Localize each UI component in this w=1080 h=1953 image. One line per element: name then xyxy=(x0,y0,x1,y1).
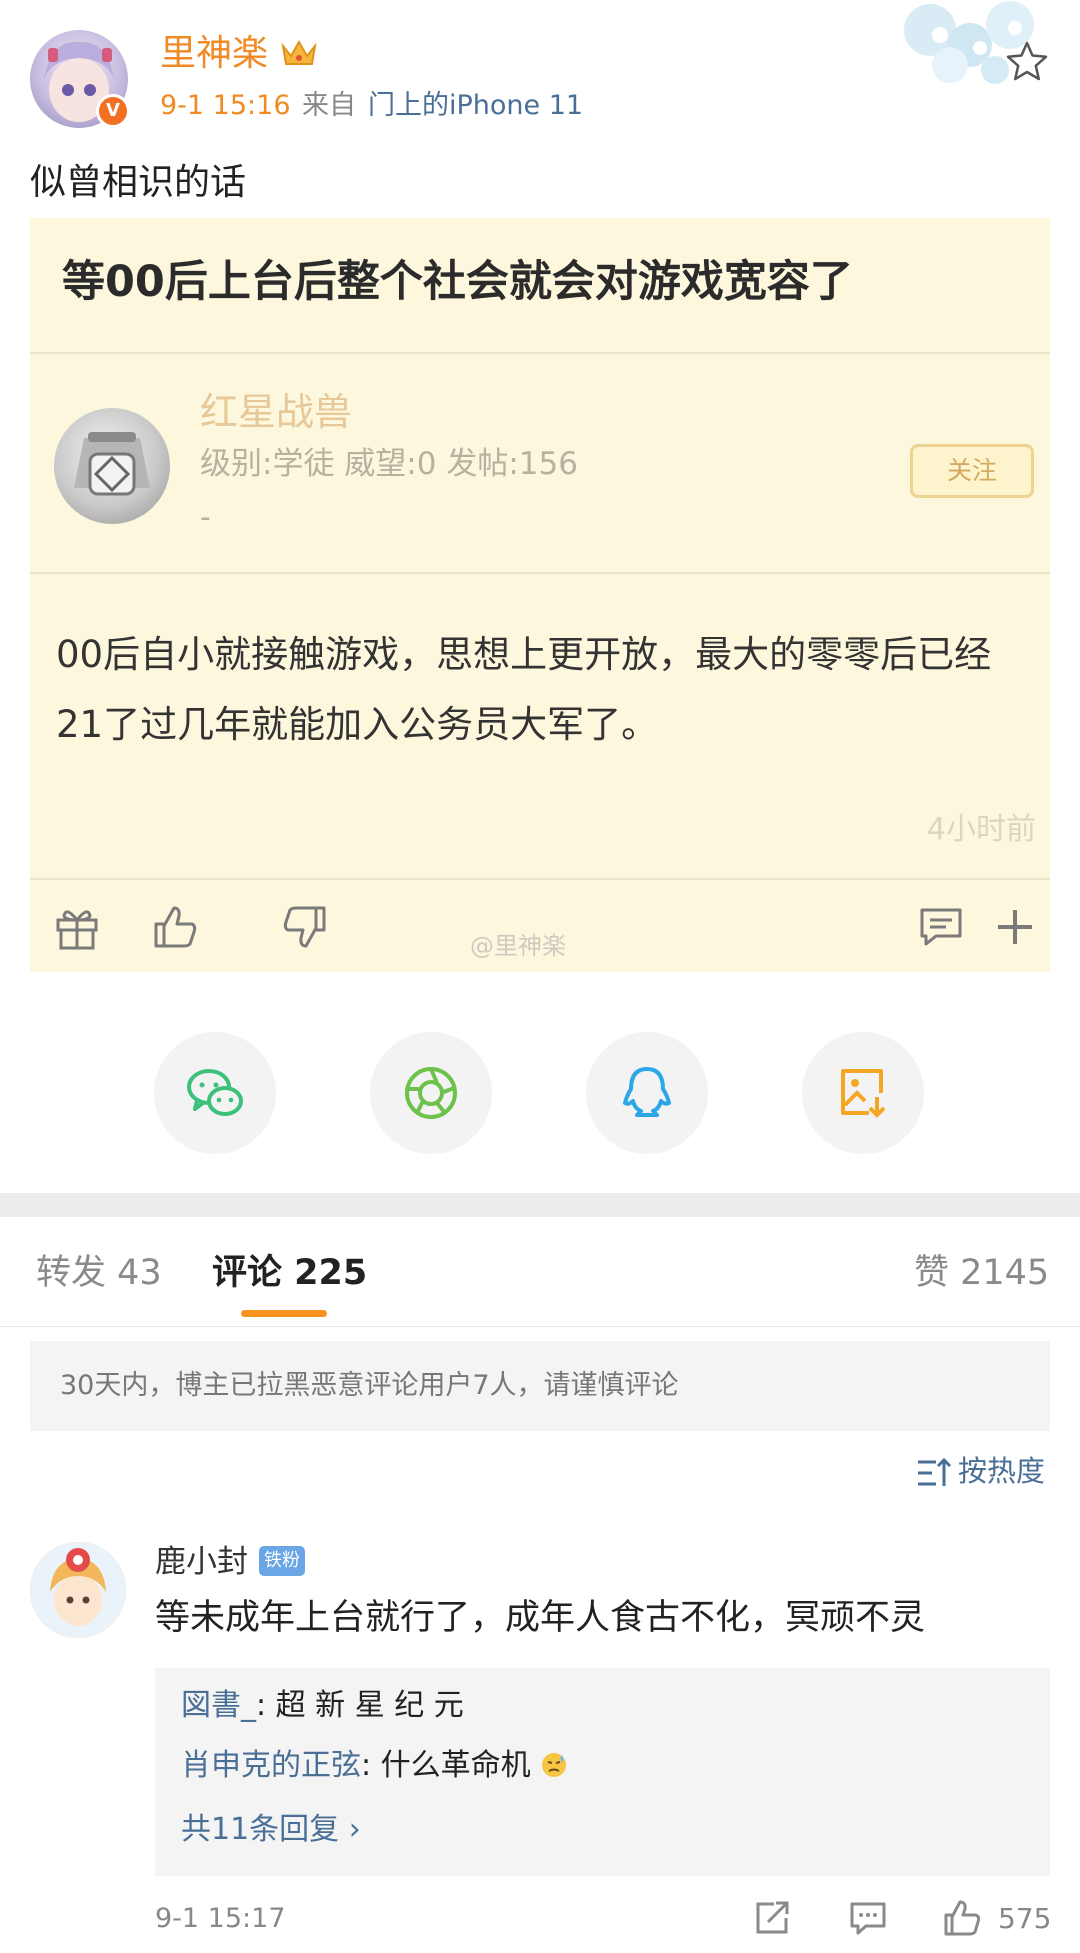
source-device-link[interactable]: 门上的iPhone 11 xyxy=(368,88,583,124)
sweat-emoji-icon xyxy=(542,1753,567,1777)
active-tab-indicator xyxy=(241,1310,327,1317)
upvote-icon xyxy=(154,906,197,948)
share-icon[interactable] xyxy=(752,1898,792,1938)
image-user-info: 级别:学徒 威望:0 发帖:156 xyxy=(200,446,578,482)
tab-comments[interactable]: 评论 225 xyxy=(212,1250,367,1296)
image-divider xyxy=(30,878,1050,880)
replies-box[interactable]: 図書_: 超 新 星 纪 元 肖申克的正弦: 什么革命机 共11条回复 › xyxy=(155,1668,1050,1876)
tabs-divider xyxy=(0,1326,1080,1327)
image-divider xyxy=(30,352,1050,354)
reply-username[interactable]: 肖申克的正弦 xyxy=(181,1748,361,1783)
tab-repost[interactable]: 转发 43 xyxy=(36,1250,162,1296)
image-divider xyxy=(30,572,1050,574)
wechat-icon xyxy=(187,1069,243,1116)
gift-icon xyxy=(56,910,98,950)
image-post-content: 00后自小就接触游戏，思想上更开放，最大的零零后已经21了过几年就能加入公务员大… xyxy=(56,633,992,746)
reply-item[interactable]: 図書_: 超 新 星 纪 元 xyxy=(181,1686,464,1726)
like-count: 575 xyxy=(998,1902,1052,1935)
moments-icon xyxy=(405,1067,457,1119)
plus-icon xyxy=(998,910,1032,944)
comment-text: 等未成年上台就行了，成年人食古不化，冥顽不灵 xyxy=(155,1598,926,1638)
sort-icon[interactable] xyxy=(916,1456,952,1490)
favorite-star-icon[interactable] xyxy=(1006,40,1048,82)
reply-item[interactable]: 肖申克的正弦: 什么革命机 xyxy=(181,1746,568,1786)
more-replies-link[interactable]: 共11条回复 › xyxy=(181,1810,361,1850)
source-prefix: 来自 xyxy=(302,90,356,121)
save-image-button[interactable] xyxy=(802,1032,924,1154)
post-time: 9-1 15:16 xyxy=(160,90,291,121)
crown-icon xyxy=(281,39,317,65)
fan-badge: 铁粉 xyxy=(259,1546,305,1576)
share-qq-button[interactable] xyxy=(586,1032,708,1154)
image-comment-icon xyxy=(920,908,962,946)
share-moments-button[interactable] xyxy=(370,1032,492,1154)
image-user-name: 红星战兽 xyxy=(200,390,353,434)
image-user-avatar xyxy=(54,408,170,524)
verified-badge: V xyxy=(96,94,130,128)
section-gap xyxy=(0,1193,1080,1217)
reply-text: : 超 新 星 纪 元 xyxy=(256,1688,464,1723)
image-thread-title: 等00后上台后整个社会就会对游戏宽容了 xyxy=(62,257,853,307)
image-follow-button: 关注 xyxy=(910,444,1034,498)
reply-username[interactable]: 図書_ xyxy=(181,1688,256,1723)
post-header: V 里神楽 9-1 15:16 来自 门上的iPhone 11 xyxy=(0,0,1080,150)
post-image[interactable]: 等00后上台后整个社会就会对游戏宽容了 红星战兽 级别:学徒 威望:0 发帖:1… xyxy=(30,218,1050,972)
downvote-icon xyxy=(283,906,326,948)
sort-by-hot-button[interactable]: 按热度 xyxy=(958,1451,1045,1491)
commenter-avatar[interactable] xyxy=(30,1542,126,1638)
post-text: 似曾相识的话 xyxy=(30,162,247,203)
image-user-dash: - xyxy=(200,500,211,535)
commenter-name[interactable]: 鹿小封 xyxy=(155,1542,248,1582)
tab-likes[interactable]: 赞 2145 xyxy=(914,1250,1049,1296)
comment-notice: 30天内，博主已拉黑恶意评论用户7人，请谨慎评论 xyxy=(30,1341,1050,1431)
share-wechat-button[interactable] xyxy=(154,1032,276,1154)
comment-time: 9-1 15:17 xyxy=(155,1903,286,1934)
reply-text: : 什么革命机 xyxy=(361,1748,531,1783)
image-watermark: @里神楽 xyxy=(470,932,566,960)
like-icon[interactable] xyxy=(942,1898,982,1938)
save-image-icon xyxy=(841,1069,886,1118)
author-name[interactable]: 里神楽 xyxy=(160,32,268,76)
image-post-time: 4小时前 xyxy=(926,812,1036,847)
reply-comment-icon[interactable] xyxy=(848,1898,888,1938)
qq-icon xyxy=(623,1067,671,1117)
